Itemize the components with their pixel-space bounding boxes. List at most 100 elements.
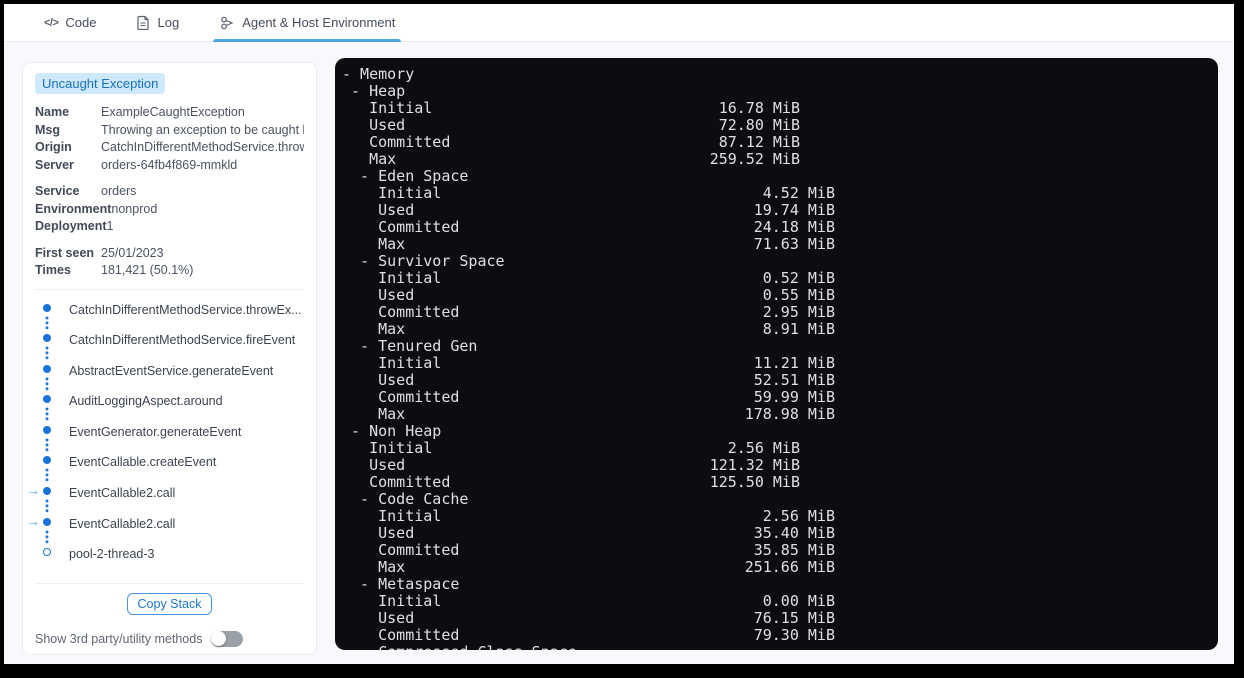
tab-log-label: Log [157,15,180,30]
detail-row: Times 181,421 (50.1%) [35,262,304,280]
memory-line: Used 72.80 MiB [342,117,1218,134]
memory-line-value: 79.30 MiB [753,626,835,644]
dotted-connector [45,437,49,453]
detail-value: orders [101,184,137,198]
frame-dot-icon [43,456,51,465]
memory-line-value: 121.32 MiB [709,456,800,474]
detail-value: 25/01/2023 [101,245,164,260]
memory-line-value: 2.95 MiB [762,303,835,321]
memory-line: Committed 2.95 MiB [342,304,1218,321]
memory-line: Committed 125.50 MiB [342,474,1218,491]
tab-code[interactable]: </> Code [42,4,98,41]
memory-line-text: - Memory [342,65,415,83]
detail-value: 1 [106,219,114,233]
memory-line-value: 259.52 MiB [709,150,800,168]
memory-line: Max 259.52 MiB [342,151,1218,168]
stack-item[interactable]: AbstractEventService.generateEvent [35,362,304,393]
memory-line: Initial 2.56 MiB [342,440,1218,457]
stack-item-label: EventCallable.createEvent [69,455,217,470]
memory-line: Used 52.51 MiB [342,372,1218,389]
memory-line-value: 0.52 MiB [762,269,835,287]
memory-line: Max 71.63 MiB [342,236,1218,253]
memory-environment-panel[interactable]: - Memory - Heap Initial 16.78 MiB Used 72.80 … [335,58,1218,650]
execution-arrow-icon: → [26,512,40,529]
app-window: </> Code Log Agent & Host Environment Un… [4,4,1234,664]
detail-row: Environment nonprod [35,201,304,219]
memory-line: Committed 35.85 MiB [342,542,1218,559]
memory-line: - Survivor Space [342,253,1218,270]
log-icon [136,15,150,30]
stack-item[interactable]: pool-2-thread-3 [35,545,304,576]
stack-item[interactable]: → EventCallable2.call [26,513,304,546]
memory-line-value: 59.99 MiB [753,388,835,406]
memory-line: Used 0.55 MiB [342,287,1218,304]
memory-line-value: 52.51 MiB [753,371,835,389]
stack-item-label: AbstractEventService.generateEvent [69,363,274,378]
dotted-connector [45,407,49,423]
memory-line: Committed 79.30 MiB [342,627,1218,644]
detail-label: Origin [35,140,72,154]
detail-row: Server orders-64fb4f869-mmkld [35,157,304,175]
memory-line: Initial 0.00 MiB [342,593,1218,610]
detail-label: Msg [35,122,60,137]
memory-line-value: 16.78 MiB [718,99,800,117]
memory-line: - Non Heap [342,423,1218,440]
show-3rd-party-toggle[interactable] [211,630,244,647]
stack-item-label: pool-2-thread-3 [69,547,155,562]
detail-row: Deployment 1 [35,218,304,236]
memory-line: Max 8.91 MiB [342,321,1218,338]
detail-value: CatchInDifferentMethodService.throwExcep [101,140,304,154]
thread-circle-icon [43,548,51,557]
detail-row: Service orders [35,183,304,201]
frame-dot-icon [43,425,51,434]
memory-line-value: 72.80 MiB [718,116,800,134]
stack-item[interactable]: AuditLoggingAspect.around [35,392,304,423]
memory-line: Committed 59.99 MiB [342,389,1218,406]
memory-line-value: 4.52 MiB [762,184,835,202]
detail-row: Name ExampleCaughtException [35,104,304,122]
tab-log[interactable]: Log [134,4,181,41]
detail-label: Times [35,263,71,277]
detail-value: ExampleCaughtException [101,105,245,119]
memory-line: Used 35.40 MiB [342,525,1218,542]
divider [35,288,304,290]
stack-item[interactable]: EventCallable.createEvent [35,453,304,484]
frame-dot-icon [43,395,51,404]
detail-value: Throwing an exception to be caught by a … [101,122,304,137]
screenshot-frame: </> Code Log Agent & Host Environment Un… [0,0,1244,678]
stack-item[interactable]: CatchInDifferentMethodService.throwEx... [35,301,304,332]
detail-label: Service [35,184,80,198]
detail-row: Origin CatchInDifferentMethodService.thro… [35,139,304,157]
stack-item-label: AuditLoggingAspect.around [69,394,223,409]
tab-bar: </> Code Log Agent & Host Environment [4,4,1234,42]
toggle-knob [211,631,227,647]
stack-item-label: EventGenerator.generateEvent [69,424,242,439]
memory-line: - Metaspace [342,576,1218,593]
detail-group: First seen 25/01/2023 Times 181,421 (50.1%) [35,245,304,280]
frame-dot-icon [43,303,51,312]
tab-agent-host-environment[interactable]: Agent & Host Environment [213,4,402,42]
memory-line-value: 35.40 MiB [753,524,835,542]
memory-line-value: 76.15 MiB [753,609,835,627]
memory-line: Initial 0.52 MiB [342,270,1218,287]
stack-item[interactable]: → EventCallable2.call [26,482,304,515]
copy-stack-button[interactable]: Copy Stack [126,592,213,615]
toggle-row: Show 3rd party/utility methods [35,630,304,647]
stack-item-label: EventCallable2.call [69,486,176,501]
memory-line: - Eden Space [342,168,1218,185]
detail-value: orders-64fb4f869-mmkld [101,157,238,172]
detail-label: Name [35,105,70,119]
dotted-connector [45,468,49,484]
stack-item-label: CatchInDifferentMethodService.throwEx... [69,302,302,317]
memory-line: Initial 2.56 MiB [342,508,1218,525]
stack-item[interactable]: EventGenerator.generateEvent [35,423,304,454]
memory-line: Initial 16.78 MiB [342,100,1218,117]
memory-line: - Memory [342,66,1218,83]
memory-line: Max 251.66 MiB [342,559,1218,576]
frame-dot-icon [43,487,51,496]
memory-line-value: 24.18 MiB [753,218,835,236]
memory-line-text: - Code Cache [360,490,469,508]
stack-item[interactable]: CatchInDifferentMethodService.fireEvent [35,331,304,362]
memory-line-value: 251.66 MiB [744,558,835,576]
memory-line: Initial 4.52 MiB [342,185,1218,202]
